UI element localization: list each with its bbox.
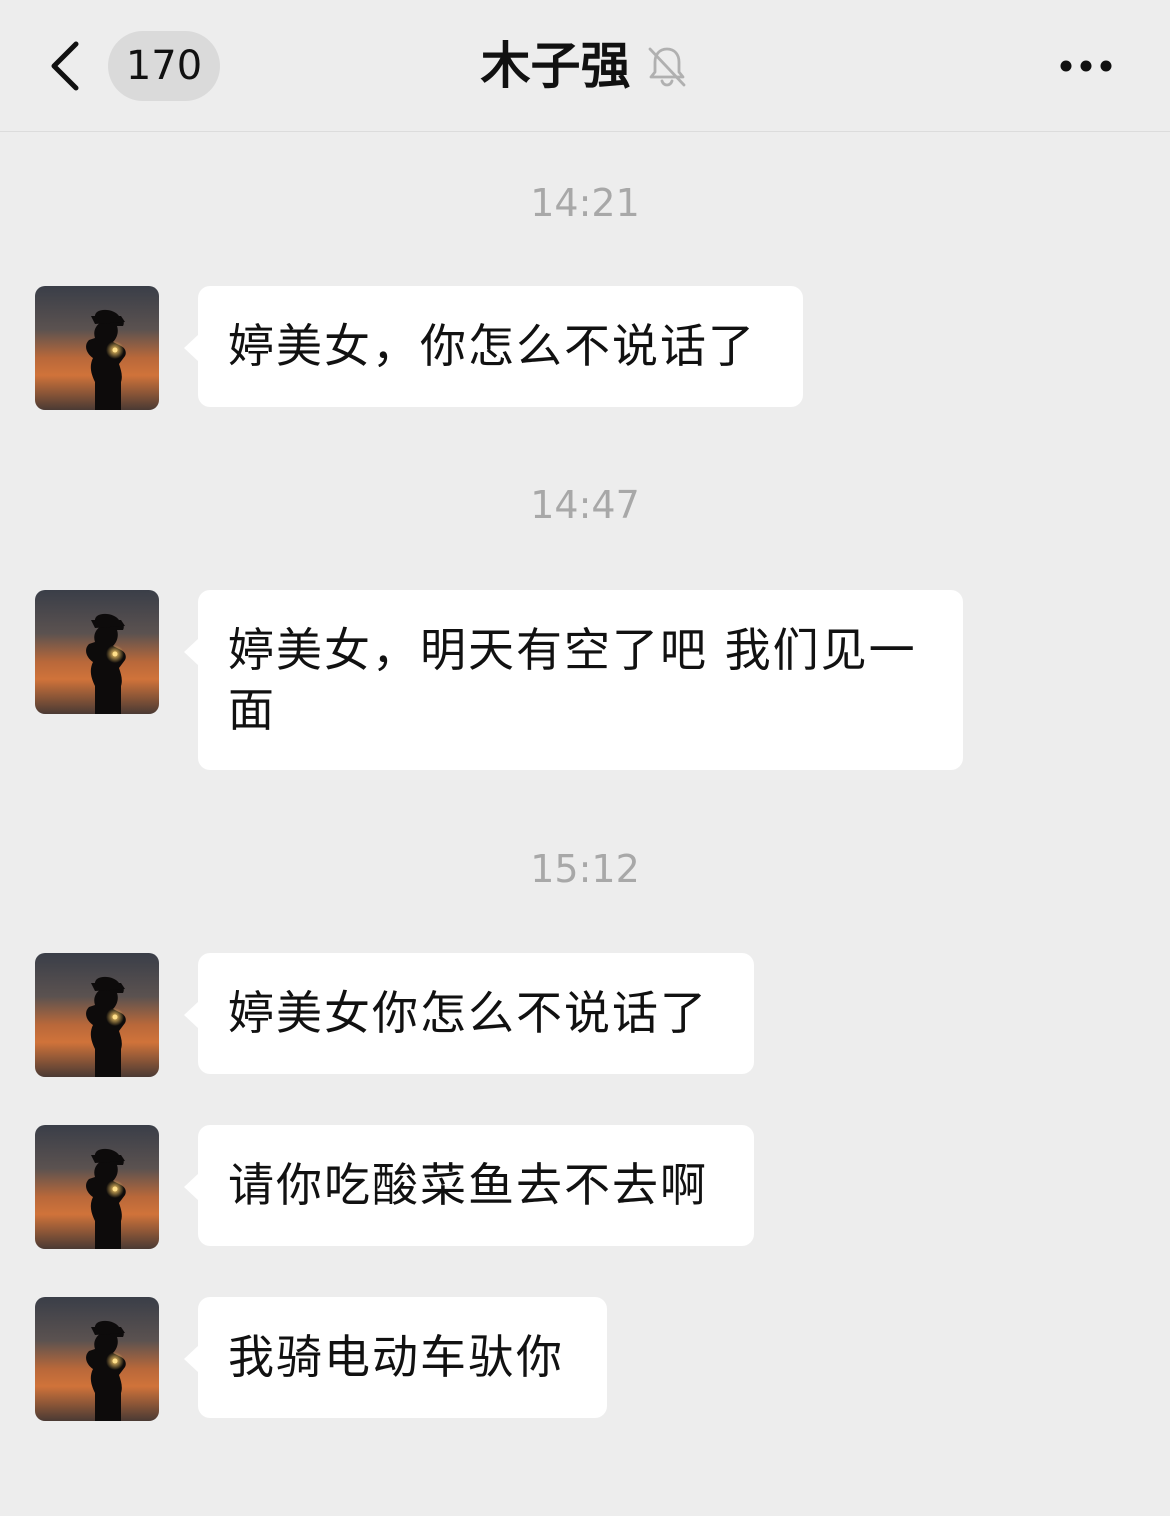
avatar-image [35, 953, 159, 1077]
timestamp: 14:21 [530, 181, 640, 225]
contact-avatar[interactable] [35, 1297, 159, 1421]
avatar-image [35, 590, 159, 714]
contact-avatar[interactable] [35, 953, 159, 1077]
contact-avatar[interactable] [35, 286, 159, 410]
avatar-image [35, 1125, 159, 1249]
back-button[interactable] [40, 34, 92, 98]
bell-muted-icon [648, 47, 685, 87]
contact-name-title: 木子强 [480, 37, 631, 95]
chevron-left-icon [51, 41, 79, 91]
avatar-image [35, 286, 159, 410]
more-dots-icon [1060, 60, 1112, 72]
timestamp: 14:47 [530, 483, 640, 527]
contact-avatar[interactable] [35, 1125, 159, 1249]
contact-avatar[interactable] [35, 590, 159, 714]
message-bubble[interactable]: 请你吃酸菜鱼去不去啊 [184, 1125, 754, 1246]
unread-count-badge[interactable]: 170 [108, 31, 220, 101]
timestamp: 15:12 [530, 847, 640, 891]
chat-header: 170 木子强 [0, 0, 1170, 132]
message-bubble[interactable]: 婷美女，你怎么不说话了 [184, 286, 803, 407]
message-bubble[interactable]: 我骑电动车驮你 [184, 1297, 607, 1418]
more-options-button[interactable] [1046, 40, 1126, 92]
message-bubble[interactable]: 婷美女，明天有空了吧 我们见一面 [184, 590, 963, 770]
avatar-image [35, 1297, 159, 1421]
message-bubble[interactable]: 婷美女你怎么不说话了 [184, 953, 754, 1074]
